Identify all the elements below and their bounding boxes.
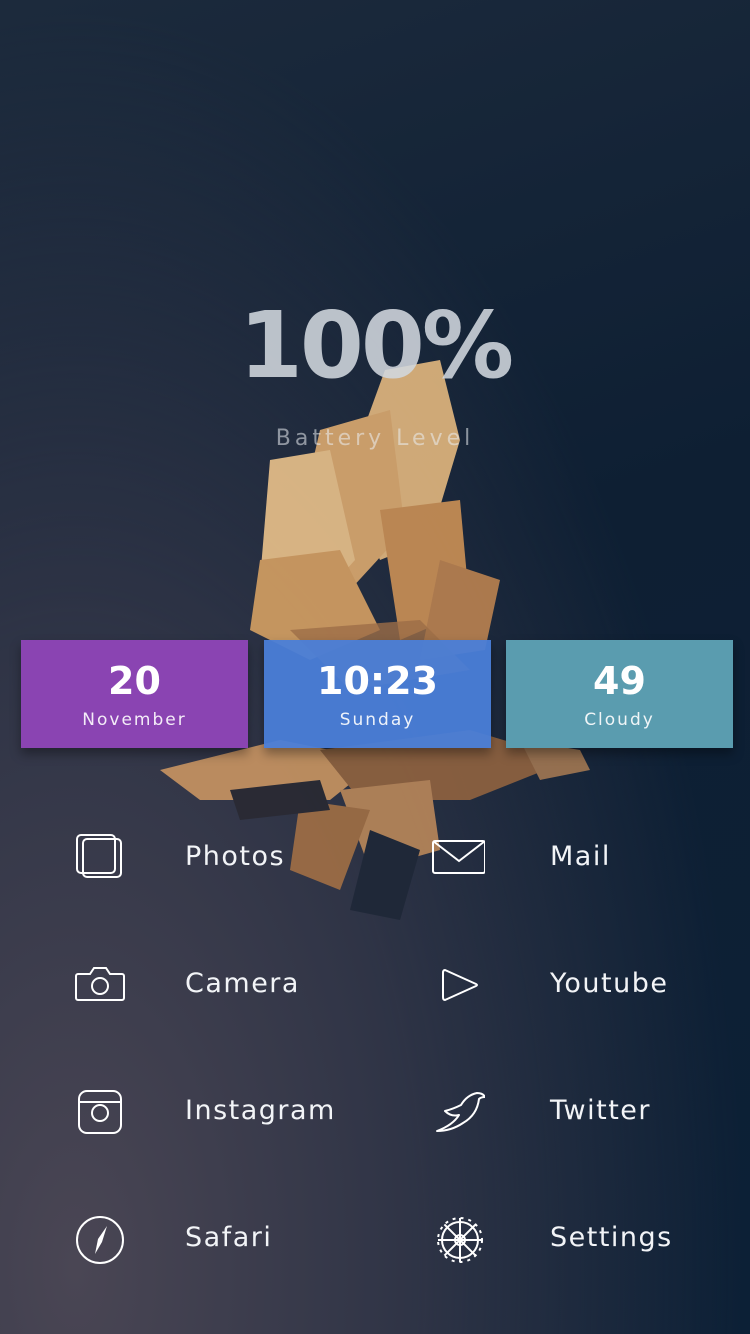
instagram-icon bbox=[73, 1085, 127, 1139]
app-mail[interactable]: Mail bbox=[431, 831, 750, 901]
weather-condition-label: Cloudy bbox=[584, 710, 655, 730]
battery-percent: 100% bbox=[238, 292, 514, 399]
gear-icon bbox=[431, 1212, 485, 1266]
time-tile[interactable]: 10:23 Sunday bbox=[264, 640, 491, 748]
date-tile[interactable]: 20 November bbox=[21, 640, 248, 748]
camera-icon bbox=[73, 958, 127, 1012]
time-value: 10:23 bbox=[317, 659, 438, 703]
app-label-twitter: Twitter bbox=[550, 1095, 651, 1126]
weekday-label: Sunday bbox=[339, 710, 416, 730]
app-label-instagram: Instagram bbox=[185, 1095, 336, 1126]
bird-icon bbox=[431, 1085, 485, 1139]
app-camera[interactable]: Camera bbox=[73, 958, 403, 1028]
mail-icon bbox=[431, 831, 485, 885]
date-value: 20 bbox=[108, 659, 161, 703]
photos-icon bbox=[73, 831, 127, 885]
battery-widget: 100% Battery Level bbox=[0, 292, 750, 452]
app-label-settings: Settings bbox=[550, 1222, 673, 1253]
month-label: November bbox=[82, 710, 187, 730]
battery-label: Battery Level bbox=[275, 426, 475, 451]
app-twitter[interactable]: Twitter bbox=[431, 1085, 750, 1155]
app-instagram[interactable]: Instagram bbox=[73, 1085, 403, 1155]
app-label-camera: Camera bbox=[185, 968, 300, 999]
app-photos[interactable]: Photos bbox=[73, 831, 403, 901]
app-youtube[interactable]: Youtube bbox=[431, 958, 750, 1028]
app-settings[interactable]: Settings bbox=[431, 1212, 750, 1282]
play-icon bbox=[431, 958, 485, 1012]
temperature-value: 49 bbox=[593, 659, 646, 703]
app-label-safari: Safari bbox=[185, 1222, 273, 1253]
weather-tile[interactable]: 49 Cloudy bbox=[506, 640, 733, 748]
compass-icon bbox=[73, 1212, 127, 1266]
app-safari[interactable]: Safari bbox=[73, 1212, 403, 1282]
app-label-mail: Mail bbox=[550, 841, 611, 872]
app-label-photos: Photos bbox=[185, 841, 286, 872]
app-label-youtube: Youtube bbox=[550, 968, 669, 999]
info-tiles: 20 November 10:23 Sunday 49 Cloudy bbox=[21, 640, 733, 748]
